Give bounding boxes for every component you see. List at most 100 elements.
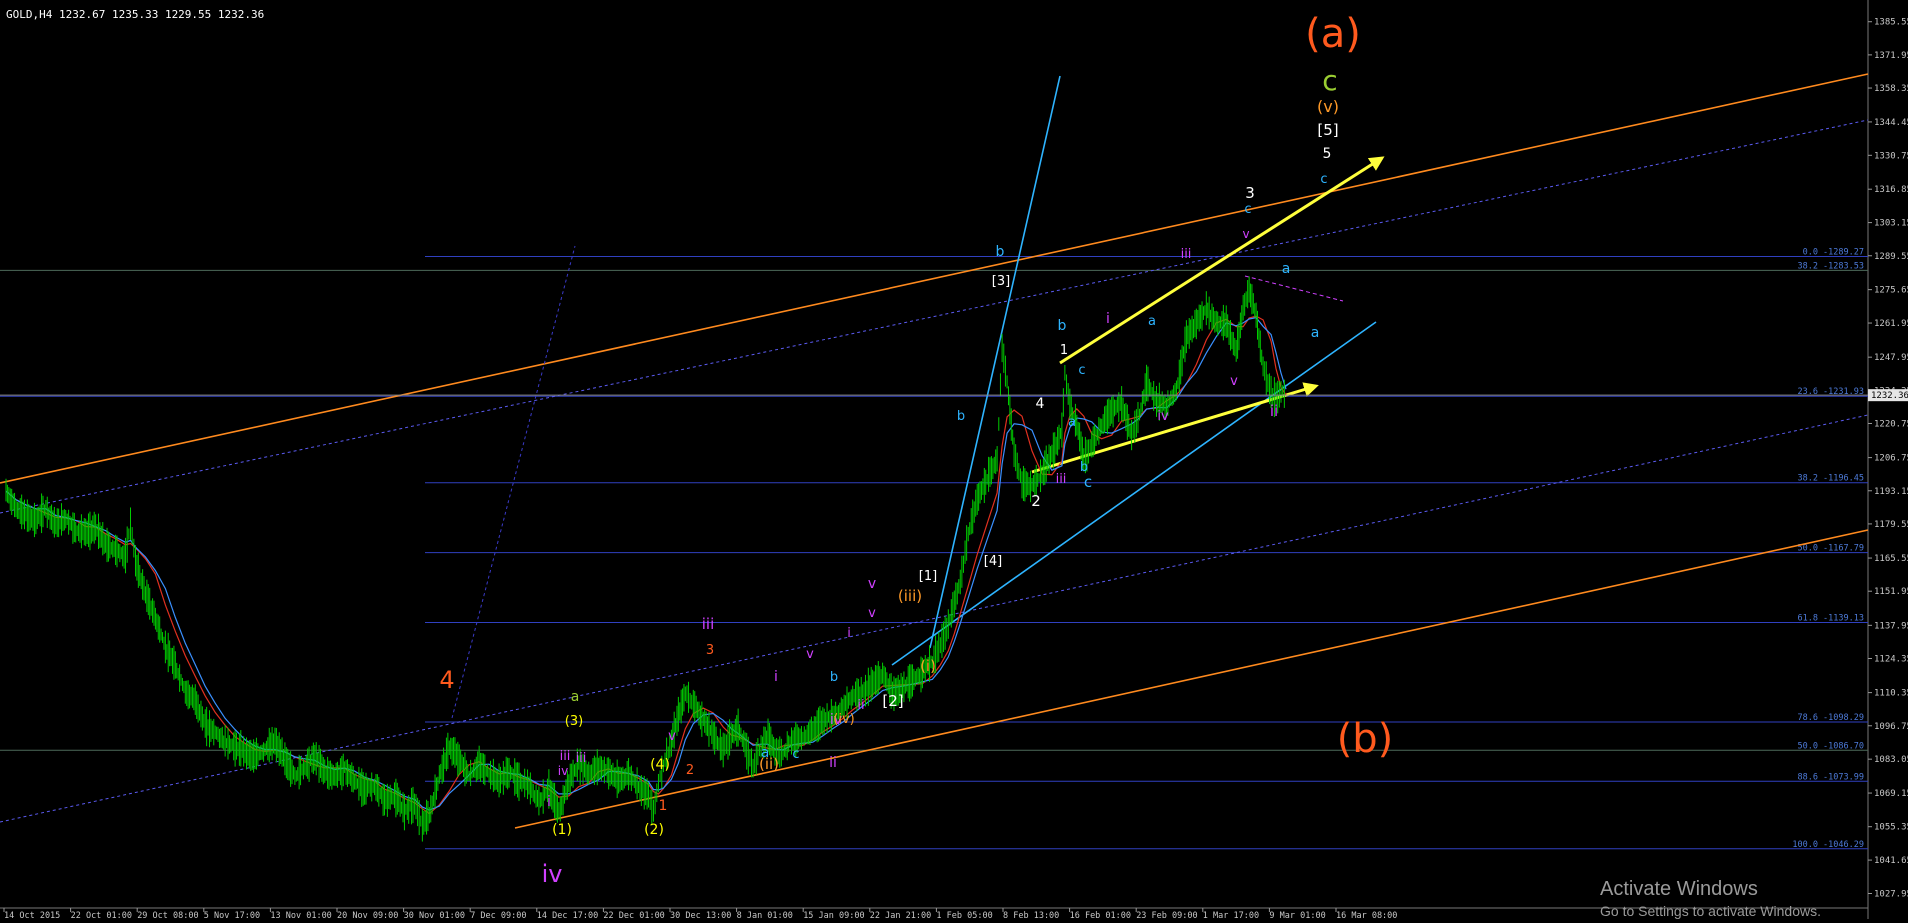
x-tick-label: 29 Oct 08:00 [137,911,198,919]
wave-label: i [774,669,778,685]
wave-label: iii [702,615,715,633]
y-tick-label: 1193.15 [1874,487,1908,497]
wave-label: iii [1181,247,1192,262]
wave-label: (iv) [833,712,854,727]
x-tick-label: 20 Nov 09:00 [337,911,398,919]
chart-svg: 1385.55 1371.95 1358.35 1344.45 1330.75 1316.… [0,0,1908,921]
wave-label: 1 [659,798,668,814]
wave-a-projection [451,245,576,719]
wave-label: [5] [1317,121,1338,139]
wave-label: c [1078,363,1085,378]
fib-level-label: 38.2 -1283.53 [1797,261,1864,271]
y-tick-label: 1124.35 [1874,654,1908,664]
wave-label: 4 [439,666,454,694]
x-tick-label: 14 Dec 17:00 [537,911,598,919]
x-tick-label: 22 Oct 01:00 [71,911,132,919]
wedge-upper-arrow [1059,156,1385,365]
y-tick-label: 1165.55 [1874,554,1908,564]
y-tick-label: 1275.65 [1874,286,1908,296]
wave-label: 4 [1036,396,1045,412]
y-tick-label: 1055.35 [1874,823,1908,833]
wave-label: c [1320,172,1327,187]
fib-level-label: 38.2 -1196.45 [1797,474,1864,484]
wave-label: iii [1056,472,1067,487]
channel-dotted-upper [0,119,1869,514]
wave-label: b [957,409,965,424]
x-tick-label: 22 Jan 21:00 [870,911,931,919]
fib-level-label: 88.6 -1073.99 [1797,772,1864,782]
wave-label: a [1311,325,1320,341]
wave-label: (a) [1305,11,1361,57]
wave-label: 5 [1323,146,1332,162]
wave-label: b [996,244,1005,260]
y-tick-label: 1151.95 [1874,587,1908,597]
wave-label: [2] [882,692,903,710]
x-tick-label: 23 Feb 09:00 [1136,911,1197,919]
activate-windows-subtitle: Go to Settings to activate Windows. [1600,903,1821,919]
x-tick-label: 16 Mar 08:00 [1336,911,1397,919]
y-tick-label: 1179.55 [1874,520,1908,530]
wave-label: (ii) [759,755,779,773]
fib-level-label: 50.0 -1167.79 [1797,544,1864,554]
y-tick-label: 1137.95 [1874,621,1908,631]
y-tick-label: 1344.45 [1874,118,1908,128]
y-tick-label: 1110.35 [1874,689,1908,699]
wave-label: a [1068,415,1076,430]
wave-label: 3 [1245,184,1255,202]
fib-level-label: 0.0 -1289.27 [1803,247,1864,257]
fib-level-label: 78.6 -1098.29 [1797,713,1864,723]
wave-label: (v) [1317,97,1339,116]
wave-label: iii [576,751,587,766]
wave-label: v [868,606,876,621]
wave-label: i [547,794,551,810]
wave-label: i [1106,311,1110,327]
moving-average-blue [5,316,1287,811]
wave-label: b [1058,318,1067,334]
y-tick-label: 1206.75 [1874,454,1908,464]
wave-label: ii [857,698,864,713]
wave-label: c [1084,473,1092,491]
x-tick-label: 30 Nov 01:00 [404,911,465,919]
channel-lower-line [514,529,1869,829]
wave-label: 3 [706,643,714,658]
y-tick-label: 1261.95 [1874,319,1908,329]
wave-label: ii [1270,402,1278,420]
wave-label: [3] [992,274,1010,289]
y-tick-label: 1371.95 [1874,51,1908,61]
wave-label: (4) [650,757,670,773]
wave-label: a [1148,314,1156,329]
wave-label: (iii) [898,587,922,605]
y-tick-label: 1027.95 [1874,889,1908,899]
wave-label: c [792,747,799,762]
wave-label: c [1322,64,1337,97]
wave-label: iv [542,860,563,888]
y-tick-label: 1069.15 [1874,789,1908,799]
wave-label: (2) [644,822,664,838]
x-tick-label: 1 Feb 05:00 [936,911,992,919]
y-tick-label: 1220.75 [1874,419,1908,429]
wave-label: (i) [920,657,936,675]
y-tick-label: 1358.35 [1874,84,1908,94]
y-tick-label: 1330.75 [1874,151,1908,161]
wave-label: (1) [552,822,572,838]
activate-windows-title: Activate Windows [1600,878,1758,900]
wave-label: iv [1157,409,1169,424]
x-tick-label: 8 Feb 13:00 [1003,911,1059,919]
x-tick-label: 22 Dec 01:00 [603,911,664,919]
y-tick-label: 1289.55 [1874,252,1908,262]
x-tick-label: 15 Jan 09:00 [803,911,864,919]
wave-label: v [806,647,814,662]
wave-label: 2 [686,763,694,778]
y-tick-label: 1041.65 [1874,856,1908,866]
wave-label: (3) [565,714,583,729]
wave-label: 2 [1031,492,1041,510]
wave-label: v [868,576,876,592]
chart-title: GOLD,H4 1232.67 1235.33 1229.55 1232.36 [6,8,265,21]
wave-label: iv [558,764,568,778]
y-tick-label: 1303.15 [1874,219,1908,229]
moving-average-red [5,315,1287,815]
wave-label: v [668,729,676,744]
y-tick-label: 1247.95 [1874,353,1908,363]
x-tick-label: 13 Nov 01:00 [270,911,331,919]
y-tick-label: 1096.75 [1874,722,1908,732]
